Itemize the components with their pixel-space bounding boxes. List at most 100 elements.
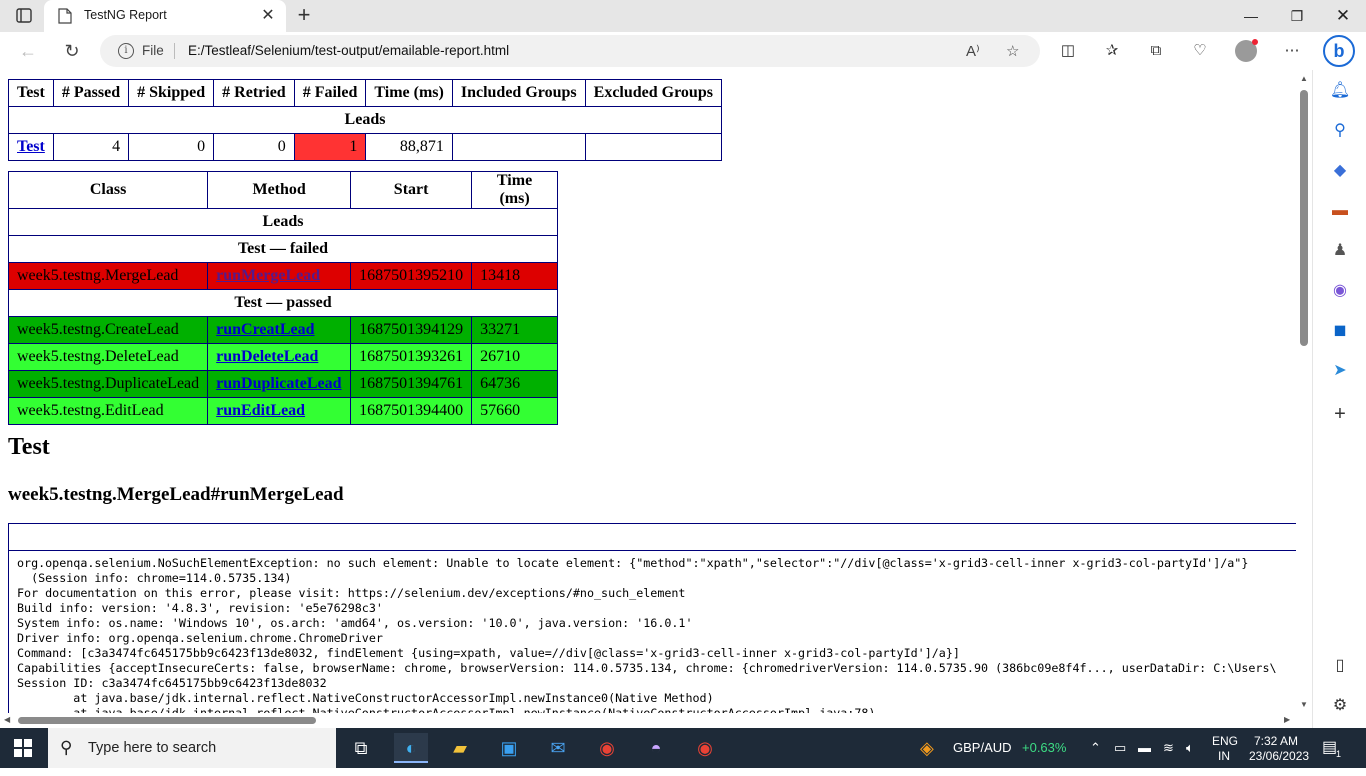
drop-icon[interactable]: ➤ (1329, 360, 1351, 382)
show-hidden-icons-icon[interactable]: ⌃ (1090, 728, 1101, 768)
address-bar[interactable]: i File E:/Testleaf/Selenium/test-output/… (100, 35, 1040, 67)
exception-header (9, 524, 1296, 551)
new-tab-button[interactable]: + (292, 4, 316, 28)
wifi-icon[interactable]: ≋ (1163, 728, 1174, 768)
windows-start-icon[interactable] (14, 739, 32, 757)
task-view-icon[interactable]: ⧉ (344, 733, 378, 763)
tools-icon[interactable]: ▬ (1329, 200, 1351, 222)
table-row: week5.testng.EditLead runEditLead 168750… (7, 397, 558, 425)
failed-section-row: Test — failed (8, 235, 558, 263)
mail-icon[interactable]: ✉ (541, 733, 575, 763)
performance-icon[interactable]: ♡ (1189, 41, 1211, 61)
retried-count: 0 (213, 133, 295, 161)
test-heading: Test (8, 434, 50, 460)
read-aloud-icon[interactable]: A⁾ (966, 42, 980, 60)
class-cell: week5.testng.DuplicateLead (7, 370, 209, 398)
time-cell: 26710 (471, 343, 558, 371)
excluded-groups (584, 133, 723, 161)
url-text[interactable]: E:/Testleaf/Selenium/test-output/emailab… (188, 43, 509, 58)
active-tab[interactable]: TestNG Report ✕ (44, 0, 286, 32)
col-header: Test (8, 79, 54, 107)
suite-row: Leads (8, 106, 722, 134)
add-sidebar-app-icon[interactable]: + (1329, 403, 1351, 425)
method-link[interactable]: runMergeLead (216, 267, 320, 284)
passed-section-label: Test — passed (8, 289, 558, 317)
col-header: # Failed (293, 79, 367, 107)
test-link[interactable]: Test (17, 138, 45, 155)
shopping-tag-icon[interactable]: ◆ (1329, 160, 1351, 182)
total-time: 88,871 (365, 133, 453, 161)
table-row: week5.testng.DeleteLead runDeleteLead 16… (7, 343, 558, 371)
edge-sidebar: 🔔︎ ⚲ ◆ ▬ ♟ ◉ ◼ ➤ + ▯ ⚙ (1312, 70, 1366, 728)
restore-icon[interactable]: ❐ (1274, 0, 1320, 32)
edge-app-icon[interactable]: ◐ (394, 733, 428, 763)
method-link[interactable]: runDuplicateLead (216, 375, 341, 392)
ticker-name[interactable]: GBP/AUD (953, 728, 1012, 768)
start-cell: 1687501394761 (350, 370, 473, 398)
included-groups (451, 133, 586, 161)
class-cell: week5.testng.DeleteLead (7, 343, 209, 371)
method-heading: week5.testng.MergeLead#runMergeLead (8, 484, 344, 505)
hide-sidebar-icon[interactable]: ▯ (1329, 655, 1351, 677)
tab-title: TestNG Report (84, 8, 167, 22)
col-header: Start (350, 171, 473, 209)
volume-icon[interactable]: 🔈︎ (1186, 728, 1194, 768)
table-row: week5.testng.CreateLead runCreatLead 168… (7, 316, 558, 344)
scroll-down-icon[interactable]: ▼ (1300, 700, 1308, 709)
close-window-icon[interactable]: ✕ (1320, 0, 1366, 32)
bing-copilot-icon[interactable]: b (1323, 35, 1355, 67)
back-icon[interactable]: ← (14, 38, 42, 64)
microsoft365-icon[interactable]: ◉ (1329, 280, 1351, 302)
meet-now-icon[interactable]: ▭ (1114, 728, 1126, 768)
ticker-change: +0.63% (1022, 740, 1067, 755)
vertical-scroll-thumb[interactable] (1300, 90, 1308, 346)
file-explorer-icon[interactable]: ▰ (443, 733, 477, 763)
split-screen-icon[interactable]: ◫ (1057, 41, 1079, 61)
method-link[interactable]: runCreatLead (216, 321, 314, 338)
chrome-icon[interactable]: ◉ (590, 733, 624, 763)
action-center-icon[interactable]: ▤ (1322, 728, 1337, 768)
passed-count: 4 (52, 133, 130, 161)
start-cell: 1687501394400 (350, 397, 473, 425)
favorites-icon[interactable]: ✰ (1101, 41, 1123, 61)
failed-count: 1 (293, 133, 367, 161)
methods-table: Class Method Start Time (ms) Leads Test … (7, 171, 558, 425)
notification-bell-icon[interactable]: 🔔︎ (1329, 80, 1351, 102)
refresh-icon[interactable]: ↻ (58, 38, 86, 64)
profile-notification-dot (1252, 39, 1258, 45)
vertical-scrollbar[interactable]: ▲ ▼ (1296, 70, 1312, 713)
clock-date[interactable]: 23/06/2023 (1249, 736, 1309, 776)
scroll-up-icon[interactable]: ▲ (1300, 74, 1308, 83)
collections-icon[interactable]: ⧉ (1145, 41, 1167, 61)
search-icon[interactable]: ⚲ (1329, 120, 1351, 142)
skipped-count: 0 (128, 133, 215, 161)
minimize-icon[interactable]: — (1228, 0, 1274, 32)
store-icon[interactable]: ▣ (492, 733, 526, 763)
favorite-star-icon[interactable]: ☆ (1006, 42, 1019, 60)
scroll-left-icon[interactable]: ◀ (4, 715, 10, 724)
col-header: Class (7, 171, 209, 209)
taskbar-search-box[interactable]: ⚲ Type here to search (48, 728, 336, 768)
outlook-icon[interactable]: ◼ (1329, 320, 1351, 342)
class-cell: week5.testng.MergeLead (7, 262, 209, 290)
horizontal-scrollbar[interactable]: ◀ ▶ (0, 713, 1296, 728)
method-link[interactable]: runDeleteLead (216, 348, 318, 365)
sidebar-settings-icon[interactable]: ⚙ (1329, 695, 1351, 717)
eclipse-icon[interactable]: ◓ (639, 733, 673, 763)
suite-name: Leads (8, 106, 722, 134)
method-link[interactable]: runEditLead (216, 402, 305, 419)
games-icon[interactable]: ♟ (1329, 240, 1351, 262)
chrome-icon[interactable]: ◉ (688, 733, 722, 763)
info-icon[interactable]: i (118, 43, 134, 59)
time-cell: 33271 (471, 316, 558, 344)
start-cell: 1687501395210 (350, 262, 473, 290)
more-options-icon[interactable]: ⋯ (1281, 41, 1303, 61)
methods-header-row: Class Method Start Time (ms) (7, 171, 558, 209)
search-icon: ⚲ (60, 738, 73, 757)
battery-icon[interactable]: ▬ (1138, 728, 1151, 768)
close-tab-icon[interactable]: ✕ (258, 6, 278, 26)
tab-actions-icon[interactable] (12, 6, 36, 26)
time-cell: 57660 (471, 397, 558, 425)
language-bottom[interactable]: IN (1218, 736, 1230, 776)
horizontal-scroll-thumb[interactable] (18, 717, 316, 724)
